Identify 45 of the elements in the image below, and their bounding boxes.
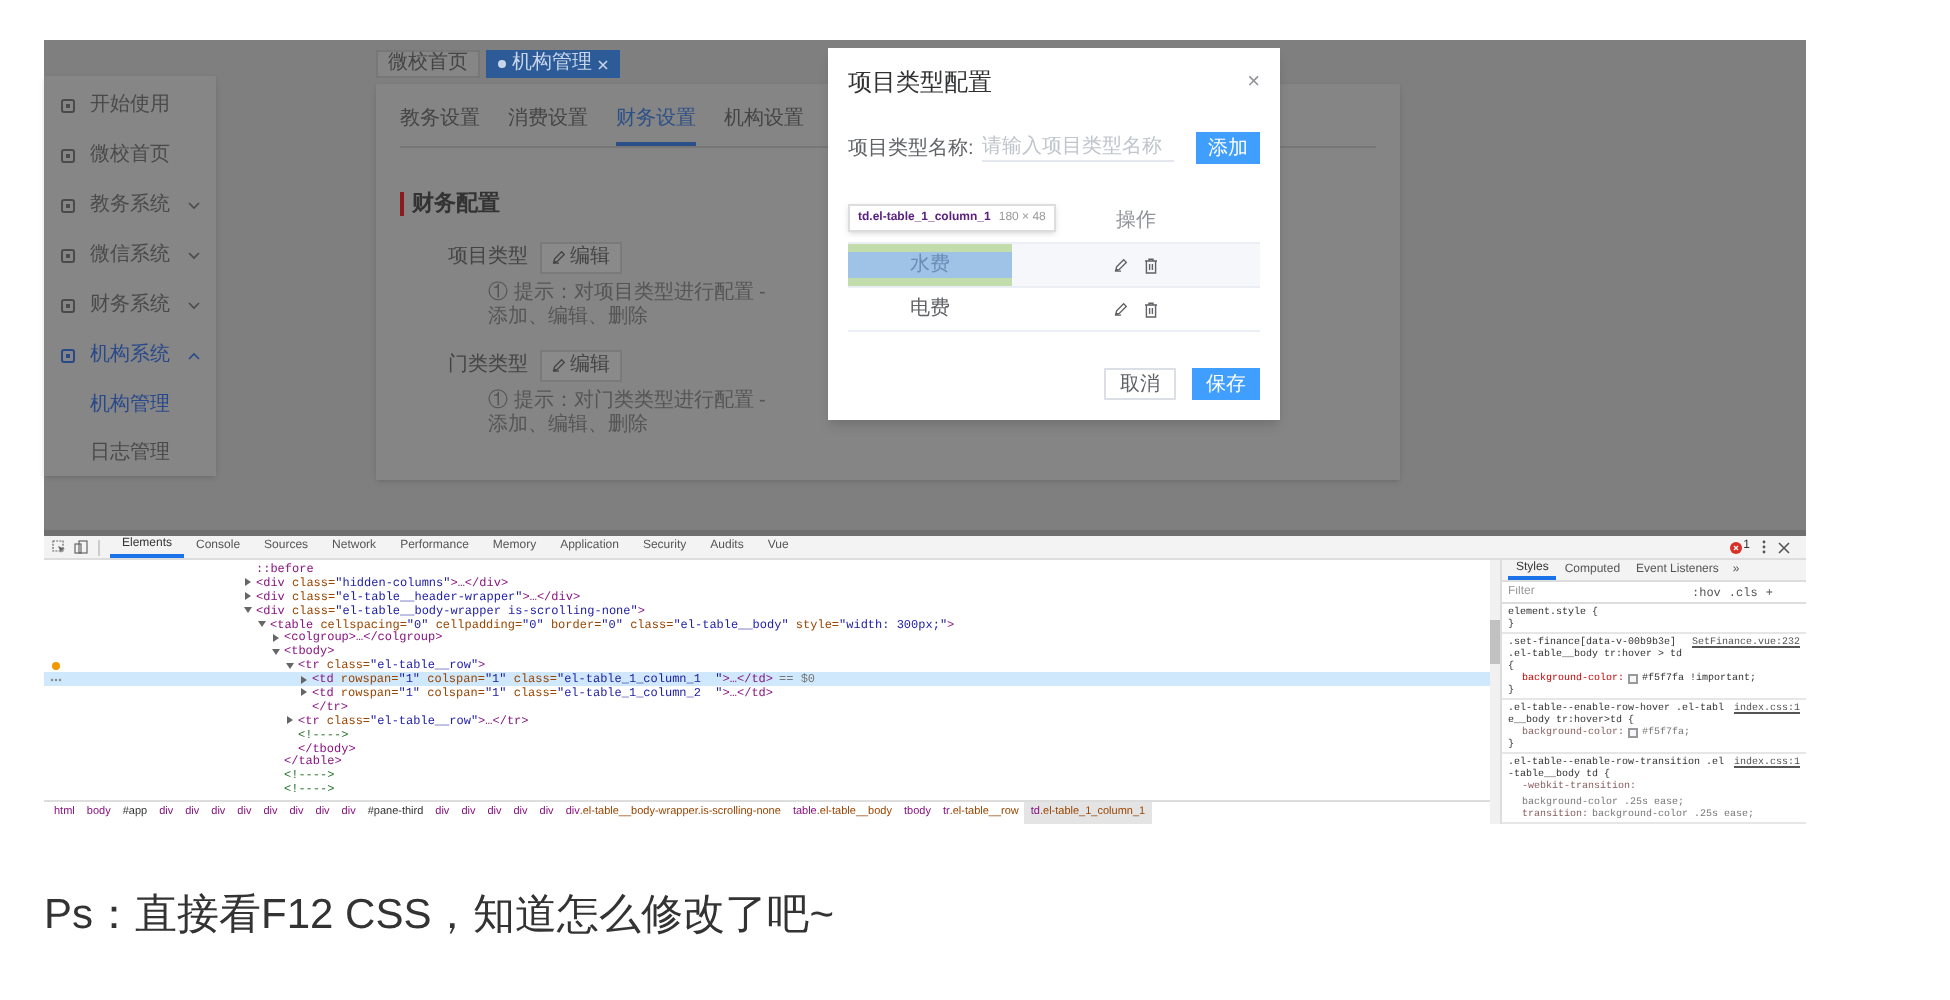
chevron-icon <box>188 251 200 259</box>
disclosure-triangle-icon[interactable] <box>272 633 280 642</box>
disclosure-triangle-icon[interactable] <box>300 675 308 684</box>
device-toolbar-icon[interactable] <box>74 540 88 554</box>
dialog-title: 项目类型配置 <box>848 66 992 100</box>
delete-icon[interactable] <box>1144 301 1158 317</box>
field-label: 项目类型名称: <box>848 135 974 163</box>
disclosure-triangle-icon[interactable] <box>244 592 252 601</box>
menu-item-icon <box>60 147 76 163</box>
menu-item-icon <box>60 197 76 213</box>
disclosure-triangle-icon[interactable] <box>300 688 308 697</box>
color-swatch[interactable] <box>1628 727 1639 737</box>
chevron-icon <box>188 351 200 359</box>
caption-text: Ps：直接看F12 CSS，知道怎么修改了吧~ <box>44 890 836 942</box>
section-title: 财务配置 <box>412 189 500 220</box>
pencil-icon <box>552 250 566 264</box>
page-tab[interactable]: 机构管理 <box>486 50 620 78</box>
chevron-icon <box>188 301 200 309</box>
chevron-icon <box>188 201 200 209</box>
type-name-field[interactable]: 请输入项目类型名称 <box>981 134 1174 162</box>
menu-item-icon <box>60 297 76 313</box>
edit-icon <box>1114 258 1128 272</box>
close-icon[interactable] <box>1778 541 1790 553</box>
menu-item-icon <box>60 347 76 363</box>
edit-icon <box>1114 302 1128 316</box>
disclosure-triangle-icon[interactable] <box>244 578 252 587</box>
disclosure-triangle-icon[interactable] <box>286 661 294 670</box>
disclosure-triangle-icon[interactable] <box>272 647 280 656</box>
error-icon <box>1729 541 1742 553</box>
menu-item-icon <box>60 97 76 113</box>
ellipsis-icon <box>50 677 62 682</box>
cancel-button[interactable]: 取消 <box>1104 368 1176 400</box>
color-swatch[interactable] <box>1628 673 1639 683</box>
disclosure-triangle-icon[interactable] <box>258 620 266 628</box>
pencil-icon <box>552 358 566 372</box>
column-header: 操作 <box>1116 208 1156 236</box>
menu-item-icon <box>60 247 76 263</box>
setting-label: 项目类型 <box>448 243 528 272</box>
table-cell-text: 电费 <box>908 295 952 324</box>
section-accent-bar <box>400 192 404 217</box>
disclosure-triangle-icon[interactable] <box>286 716 294 725</box>
delete-icon[interactable] <box>1144 257 1158 273</box>
disclosure-triangle-icon[interactable] <box>244 606 252 615</box>
inspect-icon[interactable] <box>52 540 66 554</box>
setting-label: 门类类型 <box>448 351 528 380</box>
